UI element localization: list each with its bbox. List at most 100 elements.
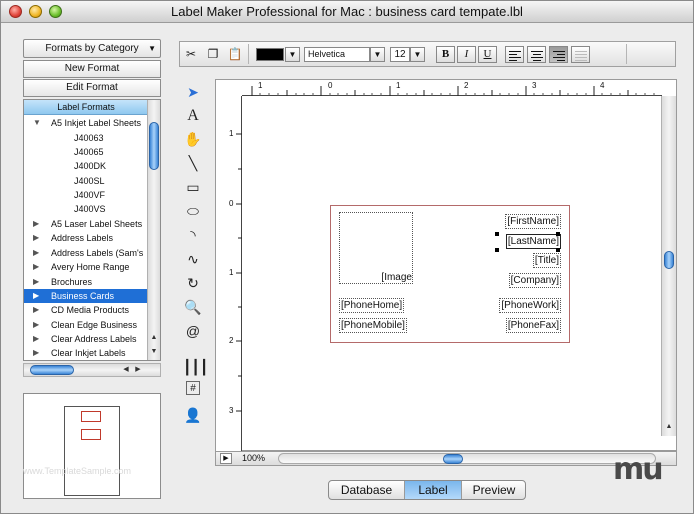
align-left-button[interactable] <box>505 46 524 63</box>
font-family-field[interactable]: Helvetica <box>304 47 370 62</box>
formats-category-dropdown[interactable]: Formats by Category ▼ <box>23 39 161 58</box>
tree-item[interactable]: ▶ CD Media Products <box>24 303 148 317</box>
tree-item[interactable]: J400VF <box>24 188 148 202</box>
tree-item[interactable]: J40065 <box>24 145 148 159</box>
curve-tool-icon[interactable]: ∿ <box>183 249 203 269</box>
disclosure-closed-icon[interactable]: ▶ <box>33 332 39 346</box>
barcode-icon[interactable]: ┃┃┃ <box>183 357 208 377</box>
tree-header[interactable]: Label Formats <box>24 100 148 115</box>
scroll-right-icon[interactable]: ▶ <box>132 364 144 376</box>
color-well[interactable] <box>256 48 284 61</box>
disclosure-closed-icon[interactable]: ▶ <box>33 318 39 332</box>
tree-item[interactable]: ▶ Avery Home Range <box>24 260 148 274</box>
tree-item[interactable]: ▶ Clear Inkjet Labels <box>24 346 148 360</box>
disclosure-closed-icon[interactable]: ▶ <box>33 246 39 260</box>
scroll-thumb[interactable] <box>664 251 674 269</box>
font-dropdown-button[interactable]: ▼ <box>370 47 385 62</box>
view-mode-tabs: Database Label Preview <box>328 480 526 500</box>
tree-item[interactable]: ▶ Address Labels (Sam's <box>24 246 148 260</box>
tab-database[interactable]: Database <box>329 481 405 499</box>
disclosure-closed-icon[interactable]: ▶ <box>33 217 39 231</box>
scroll-thumb[interactable] <box>149 122 159 170</box>
field-phone-fax[interactable]: [PhoneFax] <box>505 318 561 333</box>
arrow-pointer-icon[interactable]: ➤ <box>183 82 203 102</box>
field-first-name[interactable]: [FirstName] <box>505 214 561 229</box>
text-tool-icon[interactable]: A <box>183 106 203 126</box>
tab-label[interactable]: Label <box>405 481 462 499</box>
field-title[interactable]: [Title] <box>532 253 561 268</box>
resize-handle[interactable] <box>556 248 560 252</box>
field-phone-mobile[interactable]: [PhoneMobile] <box>339 318 407 333</box>
copy-icon[interactable]: ❐ <box>204 45 222 63</box>
disclosure-closed-icon[interactable]: ▶ <box>33 275 39 289</box>
font-size-field[interactable]: 12 <box>390 47 410 62</box>
field-phone-work[interactable]: [PhoneWork] <box>499 298 561 313</box>
zoom-menu-button[interactable]: ▶ <box>220 453 232 464</box>
bold-button[interactable]: B <box>436 46 455 63</box>
paste-icon[interactable]: 📋 <box>226 45 244 63</box>
line-tool-icon[interactable]: ╲ <box>183 153 203 173</box>
italic-button[interactable]: I <box>457 46 476 63</box>
hand-tool-icon[interactable]: ✋ <box>183 129 203 149</box>
disclosure-closed-icon[interactable]: ▶ <box>33 303 39 317</box>
disclosure-open-icon[interactable]: ▼ <box>33 116 41 130</box>
color-dropdown-button[interactable]: ▼ <box>285 47 300 62</box>
tree-horizontal-scrollbar[interactable]: ◀ ▶ <box>23 363 161 377</box>
tree-item[interactable]: ▶ Brochures <box>24 275 148 289</box>
format-toolbar: ✂ ❐ 📋 ▼ Helvetica ▼ 12 ▼ B I U <box>179 41 676 67</box>
tree-item[interactable]: ▶ Address Labels <box>24 231 148 245</box>
business-card[interactable]: [Image [FirstName] [LastName] [Title] [C… <box>330 205 570 343</box>
resize-handle[interactable] <box>556 232 560 236</box>
tree-item[interactable]: ▶ Clean Edge Business <box>24 318 148 332</box>
tree-item[interactable]: ▶ Clear Address Labels <box>24 332 148 346</box>
align-right-button[interactable] <box>549 46 568 63</box>
canvas-horizontal-scrollbar[interactable] <box>278 453 656 464</box>
tree-item-business-cards[interactable]: ▶ Business Cards <box>24 289 148 303</box>
tree-item[interactable]: ▶ A5 Laser Label Sheets <box>24 217 148 231</box>
image-placeholder[interactable]: [Image <box>339 212 413 284</box>
scroll-thumb[interactable] <box>30 365 74 375</box>
size-dropdown-button[interactable]: ▼ <box>410 47 425 62</box>
field-last-name[interactable]: [LastName] <box>505 234 561 249</box>
grid-number-icon[interactable]: # <box>186 381 200 395</box>
at-sign-icon[interactable]: @ <box>183 321 203 341</box>
scroll-left-icon[interactable]: ◀ <box>120 364 132 376</box>
scroll-up-icon[interactable]: ▲ <box>663 421 675 433</box>
scroll-up-icon[interactable]: ▲ <box>148 332 160 344</box>
preview-card <box>81 429 101 440</box>
canvas-vertical-scrollbar[interactable]: ▲ <box>661 96 676 436</box>
zoom-tool-icon[interactable]: 🔍 <box>183 297 203 317</box>
ellipse-tool-icon[interactable]: ⬭ <box>183 201 203 221</box>
tree-item[interactable]: J400DK <box>24 159 148 173</box>
tree-item[interactable]: J400VS <box>24 202 148 216</box>
resize-handle[interactable] <box>495 232 499 236</box>
person-icon[interactable]: 👤 <box>183 405 203 425</box>
zoom-level: 100% <box>242 453 266 463</box>
edit-format-button[interactable]: Edit Format <box>23 79 161 97</box>
tree-item[interactable]: J40063 <box>24 131 148 145</box>
arc-tool-icon[interactable]: ◝ <box>183 225 203 245</box>
field-phone-home[interactable]: [PhoneHome] <box>339 298 405 313</box>
cut-icon[interactable]: ✂ <box>182 45 200 63</box>
underline-button[interactable]: U <box>478 46 497 63</box>
new-format-button[interactable]: New Format <box>23 60 161 78</box>
tree-item-a5-inkjet[interactable]: ▼ A5 Inkjet Label Sheets <box>24 116 148 130</box>
label-canvas[interactable]: 1 0 1 2 3 4 1 0 1 2 3 [Image [FirstName]… <box>215 79 677 451</box>
rotate-tool-icon[interactable]: ↻ <box>183 273 203 293</box>
rectangle-tool-icon[interactable]: ▭ <box>183 177 203 197</box>
disclosure-closed-icon[interactable]: ▶ <box>33 346 39 360</box>
canvas-status-bar: ▶ 100% <box>215 451 677 466</box>
tree-item[interactable]: J400SL <box>24 174 148 188</box>
tree-vertical-scrollbar[interactable]: ▲ ▼ <box>147 100 160 360</box>
resize-handle[interactable] <box>495 248 499 252</box>
disclosure-closed-icon[interactable]: ▶ <box>33 231 39 245</box>
disclosure-closed-icon[interactable]: ▶ <box>33 260 39 274</box>
disclosure-closed-icon[interactable]: ▶ <box>33 289 39 303</box>
tab-preview[interactable]: Preview <box>462 481 525 499</box>
scroll-thumb[interactable] <box>443 454 463 464</box>
field-company[interactable]: [Company] <box>508 273 561 288</box>
scroll-down-icon[interactable]: ▼ <box>148 346 160 358</box>
align-justify-button[interactable] <box>571 46 590 63</box>
toolbar-divider <box>626 44 627 64</box>
align-center-button[interactable] <box>527 46 546 63</box>
